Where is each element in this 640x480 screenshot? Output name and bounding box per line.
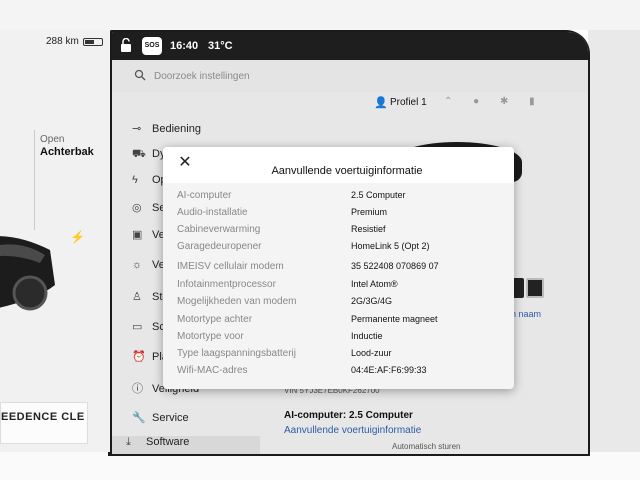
search-bar <box>112 60 588 92</box>
info-row: Motortype achter Permanente magneet <box>163 314 514 330</box>
info-label: Cabineverwarming <box>177 224 261 235</box>
info-value: HomeLink 5 (Opt 2) <box>351 241 430 251</box>
info-value: 2G/3G/4G <box>351 296 393 306</box>
info-icon: ⓘ <box>132 383 143 395</box>
clock: 16:40 <box>170 40 199 52</box>
bezel-bottom <box>0 452 640 480</box>
nav-item-service[interactable]: 🔧 Service <box>132 411 189 431</box>
plate-text: EEDENCE CLE <box>1 411 85 423</box>
info-label: Motortype voor <box>177 331 244 342</box>
search-input[interactable] <box>154 68 354 84</box>
seat-icon: ♙ <box>132 291 142 303</box>
info-row: Type laagspanningsbatterij Lood-zuur <box>163 348 514 364</box>
screen-icon: ▭ <box>132 321 143 333</box>
info-label: Motortype achter <box>177 314 253 325</box>
nav-item-software[interactable]: ⤓ Software <box>112 436 260 454</box>
nav-label: Service <box>152 412 189 424</box>
vehicle-info-modal: ✕ Aanvullende voertuiginformatie AI-comp… <box>163 147 514 389</box>
wheel-swatch-selected[interactable] <box>526 278 544 298</box>
info-label: Wifi-MAC-adres <box>177 365 248 376</box>
info-label: Mogelijkheden van modem <box>177 296 297 307</box>
info-row: IMEISV cellulair modem 35 522408 070869 … <box>163 261 514 277</box>
signal-icon: ▮ <box>529 96 535 107</box>
top-icon-row: ⌃ ● ✱ ▮ <box>444 96 553 107</box>
info-value: Resistief <box>351 224 386 234</box>
info-row: Audio-installatie Premium <box>163 207 514 223</box>
trunk-label: Achterbak <box>40 146 94 158</box>
profile-bar: 👤 Profiel 1 ⌃ ● ✱ ▮ <box>112 92 588 116</box>
sos-button[interactable]: SOS <box>142 37 162 55</box>
wrench-icon: 🔧 <box>132 412 146 424</box>
lock-icon: ▣ <box>132 229 143 241</box>
info-row: Cabineverwarming Resistief <box>163 224 514 240</box>
sun-icon: ☼ <box>132 259 143 271</box>
info-value: Permanente magneet <box>351 314 438 324</box>
battery-icon <box>83 38 103 46</box>
outside-temperature: 31°C <box>208 40 233 52</box>
info-value: Lood-zuur <box>351 348 392 358</box>
toggle-icon: ⊸ <box>132 123 142 135</box>
bolt-icon: ϟ <box>132 174 138 186</box>
info-value: Inductie <box>351 331 383 341</box>
info-label: Infotainmentprocessor <box>177 279 276 290</box>
bell-icon[interactable]: ● <box>473 96 479 107</box>
profile-button[interactable]: Profiel 1 <box>390 97 427 108</box>
info-value: Intel Atom® <box>351 279 398 289</box>
chevron-up-icon[interactable]: ⌃ <box>444 96 452 107</box>
charging-bolt-icon: ⚡ <box>70 230 85 244</box>
info-row: Mogelijkheden van modem 2G/3G/4G <box>163 296 514 312</box>
info-value: 2.5 Computer <box>351 190 406 200</box>
auto-updates-label: Automatisch sturen <box>392 442 461 451</box>
more-vehicle-info-link[interactable]: Aanvullende voertuiginformatie <box>284 425 421 436</box>
info-row: AI-computer 2.5 Computer <box>163 190 514 206</box>
nav-label: Bediening <box>152 123 201 135</box>
search-icon <box>134 69 146 81</box>
info-label: Audio-installatie <box>177 207 248 218</box>
info-value: 04:4E:AF:F6:99:33 <box>351 365 427 375</box>
info-label: AI-computer <box>177 190 232 201</box>
alarm-icon: ⏰ <box>132 351 146 363</box>
nav-label: Software <box>146 436 190 448</box>
info-label: IMEISV cellulair modem <box>177 261 284 272</box>
range-readout: 288 km <box>46 36 79 47</box>
car-status-panel: 288 km Open Achterbak ⚡ EEDENCE CLE <box>0 30 110 452</box>
info-value: 35 522408 070869 07 <box>351 261 439 271</box>
person-icon: 👤 <box>374 97 388 109</box>
car-icon: ⛟ <box>132 148 146 160</box>
trunk-open-button[interactable]: Open <box>40 134 64 145</box>
bezel-right <box>588 30 640 452</box>
bluetooth-icon[interactable]: ✱ <box>500 96 508 107</box>
download-icon: ⤓ <box>126 436 131 448</box>
info-row: Garagedeuropener HomeLink 5 (Opt 2) <box>163 241 514 257</box>
car-icon <box>0 236 55 311</box>
steering-wheel-icon: ◎ <box>132 202 142 214</box>
license-plate: EEDENCE CLE <box>0 402 88 444</box>
info-value: Premium <box>351 207 388 217</box>
info-row: Motortype voor Inductie <box>163 331 514 347</box>
status-bar: SOS 16:40 31°C <box>112 32 588 60</box>
nav-item-bediening[interactable]: ⊸ Bediening <box>132 122 201 142</box>
ai-computer-summary: AI-computer: 2.5 Computer <box>284 410 413 421</box>
nav-item-locks[interactable]: ▣ Vei <box>132 228 167 248</box>
info-row: Infotainmentprocessor Intel Atom® <box>163 279 514 295</box>
info-label: Type laagspanningsbatterij <box>177 348 296 359</box>
info-row: Wifi-MAC-adres 04:4E:AF:F6:99:33 <box>163 365 514 381</box>
unlock-icon[interactable] <box>120 38 132 52</box>
info-label: Garagedeuropener <box>177 241 262 252</box>
modal-title: Aanvullende voertuiginformatie <box>271 165 423 177</box>
bezel-top <box>0 0 640 30</box>
